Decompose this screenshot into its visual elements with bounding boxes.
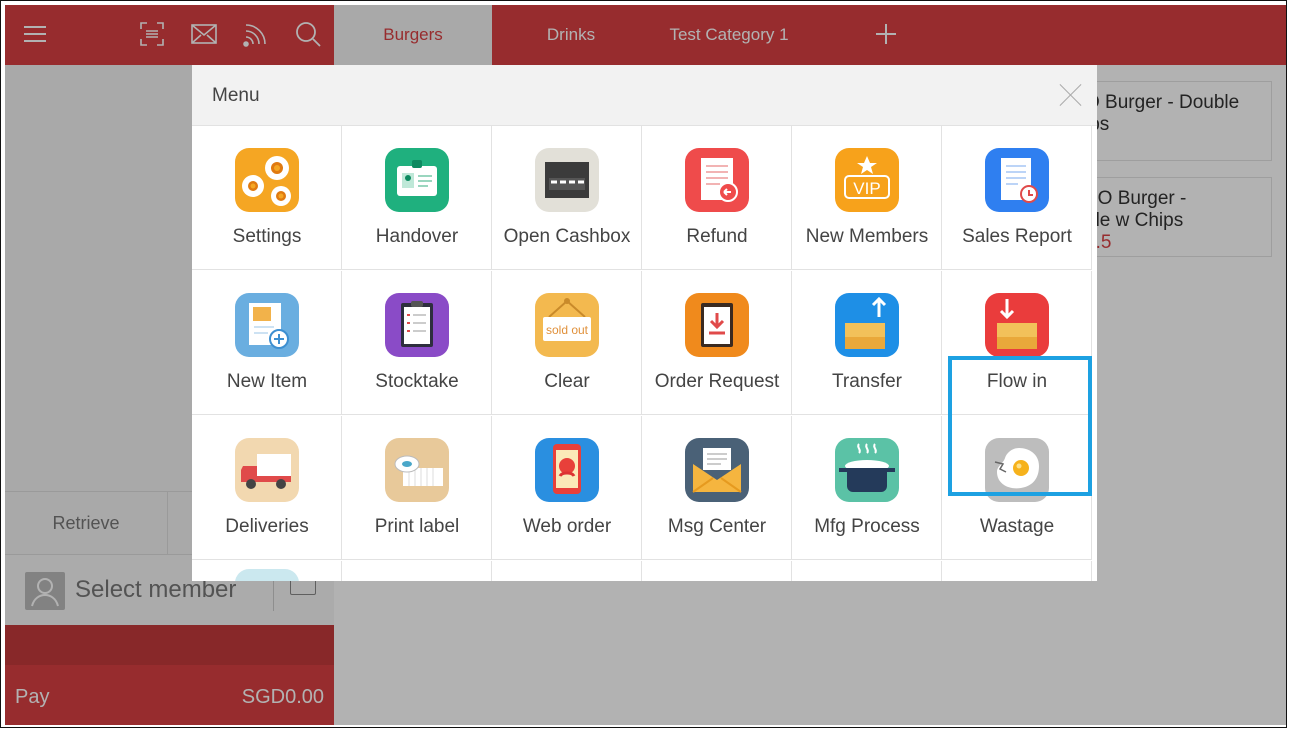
menu-item-new-members[interactable]: VIP New Members [792,126,942,270]
menu-item-label: Clear [544,371,590,392]
modal-header: Menu [192,65,1097,126]
settings-icon [235,148,299,212]
order-request-icon [685,293,749,357]
envelope-icon [685,438,749,502]
menu-item-msg-center[interactable]: Msg Center [642,416,792,560]
menu-item-label: Stocktake [375,371,459,392]
partial-item-icon [235,569,299,581]
menu-item-stocktake[interactable]: Stocktake [342,271,492,415]
menu-item-label: Wastage [979,516,1055,537]
sales-report-icon [985,148,1049,212]
menu-item-label: New Item [226,371,308,392]
menu-item-label: Order Request [654,371,780,392]
menu-item-partial[interactable] [192,561,342,581]
menu-item-refund[interactable]: Refund [642,126,792,270]
menu-item-label: Open Cashbox [503,226,631,247]
menu-item-transfer[interactable]: Transfer [792,271,942,415]
menu-item-mfg-process[interactable]: Mfg Process [792,416,942,560]
pos-app: Burgers Drinks Test Category 1 Retrieve … [5,5,1286,725]
flow-in-icon [985,293,1049,357]
truck-icon [235,438,299,502]
handover-icon [385,148,449,212]
menu-item-clear[interactable]: sold out Clear [492,271,642,415]
menu-item-label: New Members [805,226,929,247]
sold-out-icon: sold out [535,293,599,357]
cashbox-icon [535,148,599,212]
web-order-icon [535,438,599,502]
menu-item-label: Refund [686,226,748,247]
menu-item-partial[interactable] [792,561,942,581]
menu-item-partial[interactable] [342,561,492,581]
menu-item-partial[interactable] [492,561,642,581]
menu-item-label: Print label [374,516,460,537]
modal-title: Menu [212,85,260,106]
menu-item-partial[interactable] [642,561,792,581]
menu-item-open-cashbox[interactable]: Open Cashbox [492,126,642,270]
menu-item-label: Handover [375,226,459,247]
menu-item-new-item[interactable]: New Item [192,271,342,415]
menu-item-partial[interactable] [942,561,1092,581]
menu-item-label: Mfg Process [814,516,920,537]
menu-item-settings[interactable]: Settings [192,126,342,270]
menu-item-web-order[interactable]: Web order [492,416,642,560]
svg-text:VIP: VIP [853,179,880,198]
menu-modal: Menu Settings Handover Open Cashbox Refu… [192,65,1097,581]
menu-item-label: Sales Report [962,226,1072,247]
pot-icon [835,438,899,502]
menu-item-label: Msg Center [667,516,767,537]
menu-item-handover[interactable]: Handover [342,126,492,270]
menu-item-label: Web order [522,516,612,537]
label-roll-icon [385,438,449,502]
menu-item-order-request[interactable]: Order Request [642,271,792,415]
new-item-icon [235,293,299,357]
menu-item-label: Transfer [831,371,903,392]
menu-item-print-label[interactable]: Print label [342,416,492,560]
close-icon[interactable] [1059,83,1083,107]
transfer-icon [835,293,899,357]
menu-item-label: Settings [232,226,302,247]
menu-item-label: Deliveries [225,516,309,537]
refund-icon [685,148,749,212]
svg-text:sold out: sold out [546,323,589,337]
stocktake-icon [385,293,449,357]
vip-icon: VIP [835,148,899,212]
menu-item-deliveries[interactable]: Deliveries [192,416,342,560]
menu-item-sales-report[interactable]: Sales Report [942,126,1092,270]
selection-highlight [948,356,1092,496]
